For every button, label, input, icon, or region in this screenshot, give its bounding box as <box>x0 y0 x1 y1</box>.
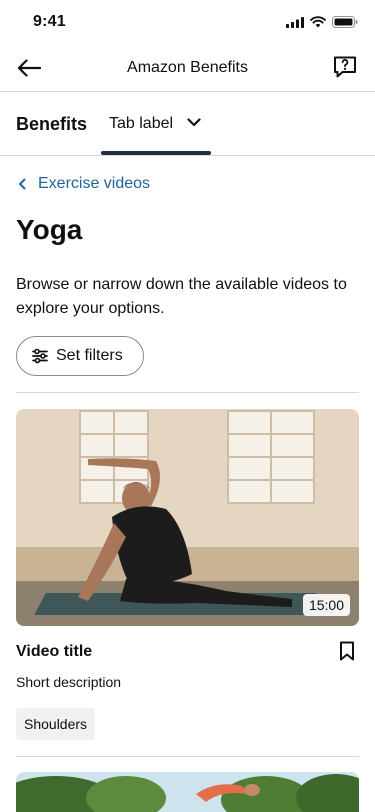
card-divider <box>16 756 359 757</box>
page-title: Yoga <box>16 214 83 245</box>
video-description: Short description <box>16 674 122 690</box>
tab-active-dropdown[interactable]: Tab label <box>101 93 211 155</box>
next-video-thumbnail-image <box>16 772 359 812</box>
feedback-icon <box>334 56 356 78</box>
status-time: 9:41 <box>33 13 66 30</box>
video-thumbnail[interactable]: 15:00 <box>16 409 359 626</box>
tab-bar: Benefits Tab label <box>0 93 375 156</box>
feedback-button[interactable] <box>333 55 359 81</box>
duration-badge: 15:00 <box>302 594 350 616</box>
battery-icon <box>332 16 358 28</box>
video-title[interactable]: Video title <box>16 643 92 661</box>
status-icons <box>286 16 358 28</box>
page-description: Browse or narrow down the available vide… <box>16 276 347 317</box>
next-video-thumbnail[interactable] <box>16 772 359 812</box>
chevron-down-icon <box>187 118 201 127</box>
wifi-icon <box>310 16 326 28</box>
bookmark-icon <box>340 641 354 661</box>
nav-bar: Amazon Benefits <box>0 44 375 92</box>
chevron-left-icon <box>19 178 26 190</box>
set-filters-button[interactable]: Set filters <box>16 336 144 376</box>
window-right <box>227 410 315 504</box>
cellular-signal-icon <box>286 16 304 28</box>
sliders-icon <box>32 348 48 364</box>
section-divider <box>16 392 359 393</box>
status-bar: 9:41 <box>0 0 375 44</box>
set-filters-label: Set filters <box>56 347 123 364</box>
video-tag: Shoulders <box>16 708 96 740</box>
tab-active-indicator <box>101 151 211 155</box>
breadcrumb-label: Exercise videos <box>38 175 151 192</box>
tab-brand-label: Benefits <box>16 114 88 134</box>
bookmark-button[interactable] <box>339 641 357 663</box>
breadcrumb-link[interactable]: Exercise videos <box>18 175 150 193</box>
tab-active-label: Tab label <box>109 115 174 132</box>
nav-title: Amazon Benefits <box>127 59 248 76</box>
